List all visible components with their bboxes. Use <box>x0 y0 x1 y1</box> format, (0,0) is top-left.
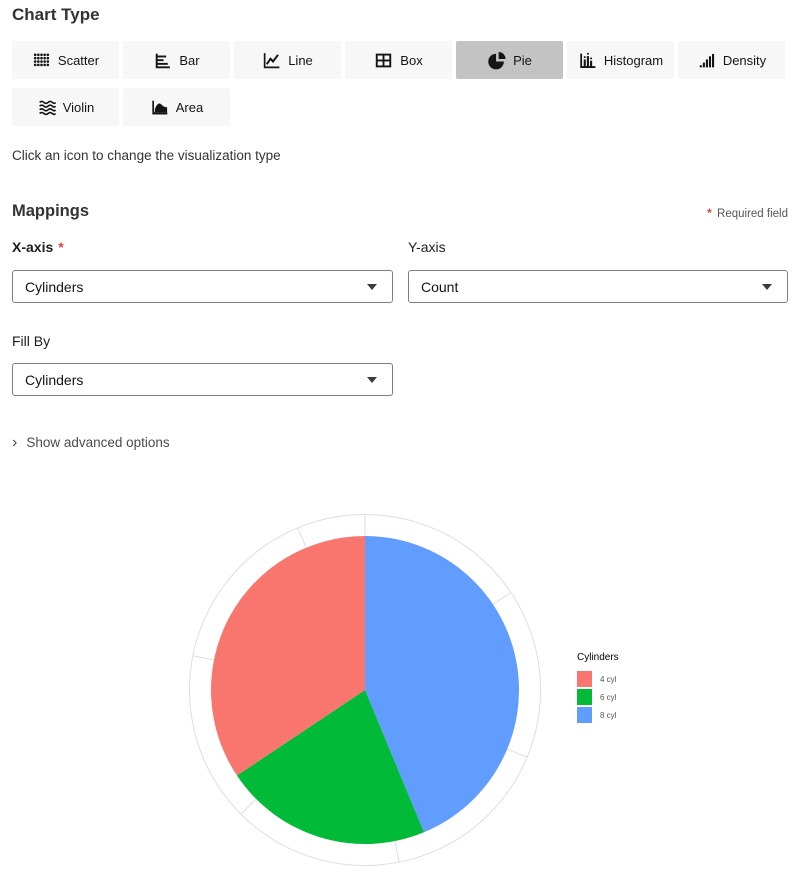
polar-axis-tick <box>193 656 215 660</box>
chart-legend: Cylinders 4 cyl 6 cyl 8 cyl <box>577 652 619 725</box>
legend-label: 4 cyl <box>600 675 616 684</box>
x-axis-field: X-axis* Cylinders <box>12 239 393 303</box>
y-axis-select[interactable]: Count <box>408 270 788 303</box>
mapping-fields-row-1: X-axis* Cylinders Y-axis Count <box>12 239 788 303</box>
required-field-note: * Required field <box>707 206 788 220</box>
mapping-fields-row-2: Fill By Cylinders <box>12 333 393 396</box>
pie-icon <box>487 51 506 70</box>
advanced-options-toggle[interactable]: › Show advanced options <box>12 435 170 450</box>
chart-type-button-label: Histogram <box>604 53 663 68</box>
chart-type-button-line[interactable]: Line <box>234 41 341 79</box>
legend-swatch <box>577 707 592 723</box>
chart-type-button-label: Violin <box>63 100 95 115</box>
chart-type-button-bar[interactable]: Bar <box>123 41 230 79</box>
pie-chart <box>0 490 800 892</box>
fill-by-select-value: Cylinders <box>25 372 83 388</box>
required-asterisk: * <box>58 239 63 255</box>
legend-item-6-cyl: 6 cyl <box>577 689 619 705</box>
caret-down-icon <box>367 377 377 383</box>
mappings-header-row: Mappings * Required field <box>12 202 788 221</box>
line-icon <box>262 51 281 70</box>
scatter-icon <box>32 51 51 70</box>
chart-type-button-label: Density <box>723 53 766 68</box>
chart-type-button-histogram[interactable]: Histogram <box>567 41 674 79</box>
histogram-icon <box>578 51 597 70</box>
chart-type-button-label: Pie <box>513 53 532 68</box>
legend-label: 8 cyl <box>600 711 616 720</box>
pie-chart-panel: Cylinders 4 cyl 6 cyl 8 cyl <box>0 490 800 892</box>
chart-type-button-label: Scatter <box>58 53 99 68</box>
chart-type-button-box[interactable]: Box <box>345 41 452 79</box>
fill-by-field: Fill By Cylinders <box>12 333 393 396</box>
violin-icon <box>37 98 56 117</box>
chart-type-button-scatter[interactable]: Scatter <box>12 41 119 79</box>
chart-type-button-label: Box <box>400 53 422 68</box>
caret-down-icon <box>367 284 377 290</box>
x-axis-select-value: Cylinders <box>25 279 83 295</box>
chart-type-button-pie[interactable]: Pie <box>456 41 563 79</box>
density-icon <box>697 51 716 70</box>
required-asterisk: * <box>707 206 712 220</box>
polar-axis-tick <box>492 593 511 606</box>
y-axis-field: Y-axis Count <box>408 239 788 303</box>
legend-item-4-cyl: 4 cyl <box>577 671 619 687</box>
x-axis-select[interactable]: Cylinders <box>12 270 393 303</box>
box-icon <box>374 51 393 70</box>
chevron-right-icon: › <box>12 436 17 449</box>
fill-by-select[interactable]: Cylinders <box>12 363 393 396</box>
chart-type-button-area[interactable]: Area <box>123 88 230 126</box>
chart-type-button-violin[interactable]: Violin <box>12 88 119 126</box>
chart-type-button-label: Line <box>288 53 313 68</box>
chart-type-hint: Click an icon to change the visualizatio… <box>12 148 281 163</box>
chart-type-button-label: Area <box>176 100 203 115</box>
legend-swatch <box>577 689 592 705</box>
area-icon <box>150 98 169 117</box>
advanced-options-label: Show advanced options <box>26 435 169 450</box>
mappings-heading: Mappings <box>12 202 89 221</box>
bar-icon <box>153 51 172 70</box>
polar-axis-tick <box>241 798 257 814</box>
polar-axis-tick <box>506 749 527 758</box>
legend-title: Cylinders <box>577 652 619 663</box>
chart-type-button-density[interactable]: Density <box>678 41 785 79</box>
chart-type-heading: Chart Type <box>12 5 100 25</box>
legend-label: 6 cyl <box>600 693 616 702</box>
y-axis-select-value: Count <box>421 279 458 295</box>
chart-type-button-grid: Scatter Bar Line Box Pie Histogram Density Viol… <box>12 41 790 126</box>
legend-item-8-cyl: 8 cyl <box>577 707 619 723</box>
polar-axis-tick <box>395 840 399 862</box>
chart-type-button-label: Bar <box>179 53 199 68</box>
y-axis-label: Y-axis <box>408 239 788 255</box>
fill-by-label: Fill By <box>12 333 393 349</box>
legend-swatch <box>577 671 592 687</box>
required-note-text: Required field <box>717 208 788 220</box>
caret-down-icon <box>762 284 772 290</box>
x-axis-label: X-axis* <box>12 239 393 255</box>
legend-rows: 4 cyl 6 cyl 8 cyl <box>577 671 619 723</box>
polar-axis-tick <box>298 528 307 549</box>
